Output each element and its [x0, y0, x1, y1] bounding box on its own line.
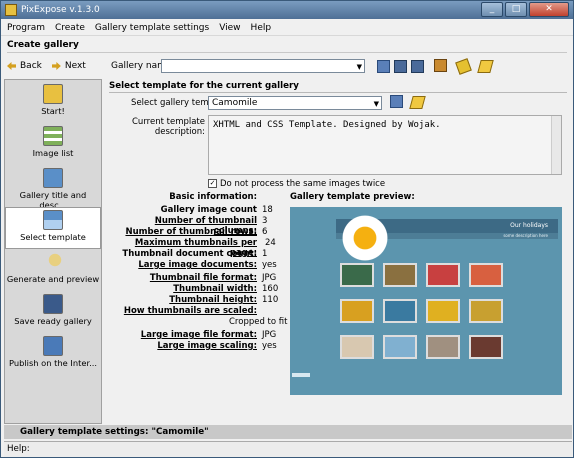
template-erase-icon[interactable] — [409, 96, 426, 109]
desc-label-1: Current template — [132, 117, 205, 127]
back-button[interactable]: Back — [7, 61, 42, 71]
info-value-thumb-format: JPG — [262, 273, 277, 283]
window-title: PixExpose v.1.3.0 — [21, 5, 100, 15]
info-value-large-scaling: yes — [262, 341, 277, 351]
maximize-button[interactable]: □ — [505, 2, 527, 17]
title-bar: PixExpose v.1.3.0 _ □ ✕ — [1, 1, 573, 19]
erase-icon[interactable] — [477, 60, 494, 73]
menu-view[interactable]: View — [219, 23, 240, 33]
sidebar-item-image-list[interactable]: Image list — [5, 124, 101, 166]
preview-footer-bar — [292, 373, 310, 377]
gallery-name-combo[interactable]: ▼ — [161, 59, 365, 73]
flower-icon — [342, 215, 388, 261]
preview-thumbnail — [469, 263, 503, 287]
preview-thumbnail — [383, 263, 417, 287]
magnifier-icon — [43, 252, 63, 272]
info-label-large-scaling[interactable]: Large image scaling: — [111, 341, 257, 351]
info-value-thumb-doc-count: 1 — [262, 249, 268, 259]
info-value-rows: 6 — [262, 227, 268, 237]
menu-program[interactable]: Program — [7, 23, 45, 33]
info-label-thumb-format[interactable]: Thumbnail file format: — [111, 273, 257, 283]
select-template-icon — [43, 210, 63, 230]
info-value-large-format: JPG — [262, 330, 277, 340]
publish-icon — [43, 336, 63, 356]
start-icon — [43, 84, 63, 104]
description-scrollbar[interactable] — [551, 116, 561, 174]
preview-thumbnail — [426, 299, 460, 323]
preview-thumbnail — [383, 299, 417, 323]
info-label-thumb-height[interactable]: Thumbnail height: — [111, 295, 257, 305]
info-label-large-format[interactable]: Large image file format: — [111, 330, 257, 340]
template-preview: Our holidays some description here — [290, 207, 562, 395]
preview-thumbnail — [426, 335, 460, 359]
app-icon — [5, 4, 17, 16]
main-panel: Select template for the current gallery … — [105, 79, 571, 424]
package-icon[interactable] — [434, 59, 447, 72]
info-label-large-docs[interactable]: Large image documents: — [111, 260, 257, 270]
gallery-title-icon — [43, 168, 63, 188]
preview-title: Gallery template preview: — [290, 192, 415, 202]
info-label-image-count: Gallery image count — [160, 205, 257, 215]
minimize-button[interactable]: _ — [481, 2, 503, 17]
status-bar: Gallery template settings: "Camomile" — [4, 425, 572, 439]
preview-thumbnail — [383, 335, 417, 359]
help-bar: Help: — [4, 441, 572, 457]
menu-help[interactable]: Help — [251, 23, 272, 33]
menu-bar: Program Create Gallery template settings… — [1, 20, 573, 36]
info-value-columns: 3 — [262, 216, 268, 226]
open-gallery-icon[interactable] — [377, 60, 390, 73]
toolbar: Back Next Gallery name: ▼ — [7, 56, 569, 76]
info-value-thumb-height: 110 — [262, 295, 279, 305]
edit-icon[interactable] — [455, 58, 472, 75]
save-as-icon[interactable] — [411, 60, 424, 73]
save-icon[interactable] — [394, 60, 407, 73]
preview-thumbnail — [469, 299, 503, 323]
sidebar-item-save-gallery[interactable]: Save ready gallery — [5, 292, 101, 334]
info-value-max-thumbs: 24 — [265, 238, 276, 248]
page-title: Create gallery — [7, 37, 567, 53]
info-value-thumb-width: 160 — [262, 284, 279, 294]
template-description: XHTML and CSS Template. Designed by Woja… — [208, 115, 562, 175]
info-label-scaling-mode[interactable]: How thumbnails are scaled: — [111, 306, 257, 316]
process-once-checkbox[interactable]: ✓ — [208, 179, 217, 188]
chevron-down-icon: ▼ — [373, 100, 379, 108]
info-label-thumb-width[interactable]: Thumbnail width: — [111, 284, 257, 294]
desc-label-2: description: — [154, 127, 205, 137]
sidebar-item-generate-preview[interactable]: Generate and preview — [5, 250, 101, 292]
sidebar-item-gallery-title[interactable]: Gallery title and desc... — [5, 166, 101, 210]
chevron-down-icon: ▼ — [356, 63, 362, 71]
preview-thumbnail — [340, 299, 374, 323]
floppy-icon — [43, 294, 63, 314]
info-label-thumb-doc-count: Thumbnail document count: — [122, 249, 257, 259]
back-arrow-icon — [7, 62, 16, 70]
preview-thumbnail — [340, 263, 374, 287]
info-value-large-docs: yes — [262, 260, 277, 270]
close-button[interactable]: ✕ — [529, 2, 569, 17]
basic-info-title: Basic information: — [169, 192, 257, 202]
menu-create[interactable]: Create — [55, 23, 85, 33]
template-settings-icon[interactable] — [390, 95, 403, 108]
image-list-icon — [43, 126, 63, 146]
app-window: PixExpose v.1.3.0 _ □ ✕ Program Create G… — [0, 0, 574, 458]
info-label-rows[interactable]: Number of thumbnail rows: — [111, 227, 257, 237]
section-title: Select template for the current gallery — [109, 81, 567, 93]
template-select[interactable]: Camomile ▼ — [208, 96, 382, 110]
process-once-label: Do not process the same images twice — [220, 179, 386, 189]
info-value-image-count: 18 — [262, 205, 273, 215]
sidebar-item-publish[interactable]: Publish on the Inter... — [5, 334, 101, 376]
info-value-scaling-mode: Cropped to fit — [229, 317, 288, 327]
preview-thumbnail — [426, 263, 460, 287]
preview-thumbnail — [469, 335, 503, 359]
next-arrow-icon — [51, 62, 61, 70]
next-button[interactable]: Next — [51, 61, 86, 71]
wizard-sidebar: Start! Image list Gallery title and desc… — [4, 79, 102, 424]
sidebar-item-select-template[interactable]: Select template — [5, 207, 101, 249]
menu-gallery-template-settings[interactable]: Gallery template settings — [95, 23, 209, 33]
preview-thumbnail — [340, 335, 374, 359]
sidebar-item-start[interactable]: Start! — [5, 82, 101, 124]
